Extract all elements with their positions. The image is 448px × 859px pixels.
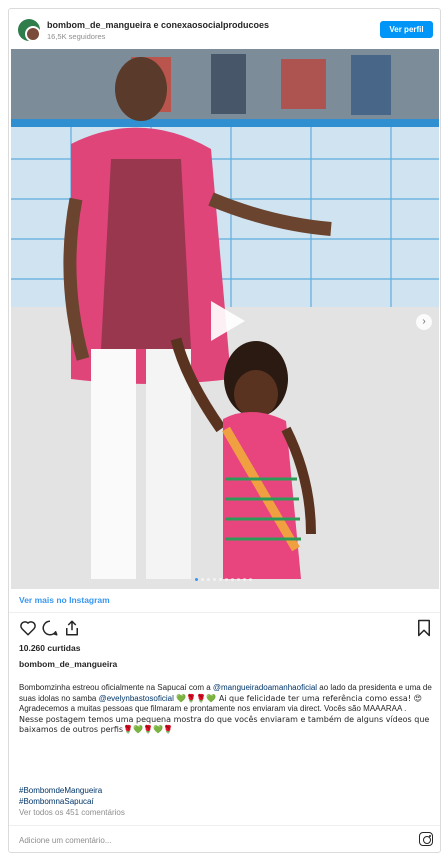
caption-text: 💚🌹🌹💚 Ai que felicidade ter uma referênci… [173, 693, 422, 703]
avatar-secondary[interactable] [25, 26, 41, 42]
carousel-dot[interactable] [243, 578, 246, 581]
comment-bar: Adicione um comentário... [9, 825, 440, 853]
share-icon[interactable] [63, 619, 81, 637]
caption-text: Bombomzinha estreou oficialmente na Sapu… [19, 683, 213, 692]
carousel-dot[interactable] [201, 578, 204, 581]
chevron-right-icon[interactable]: › [416, 314, 432, 330]
mention-link[interactable]: @evelynbastosoficial [99, 694, 174, 703]
post-header: bombom_de_mangueira e conexaosocialprodu… [9, 9, 440, 49]
carousel-dot[interactable] [249, 578, 252, 581]
mention-link[interactable]: @mangueiradoamanhaoficial [213, 683, 317, 692]
hashtag-link[interactable]: #BombomnaSapucaí [19, 797, 102, 808]
hashtag-link[interactable]: #BombomdeMangueira [19, 786, 102, 797]
post-video[interactable]: › [11, 49, 439, 589]
carousel-dot[interactable] [207, 578, 210, 581]
followers-count: 16,5K seguidores [47, 32, 106, 41]
carousel-dot[interactable] [231, 578, 234, 581]
likes-count[interactable]: 10.260 curtidas [19, 643, 80, 653]
instagram-logo-icon[interactable] [419, 832, 433, 846]
heart-icon[interactable] [19, 619, 37, 637]
view-more-link[interactable]: Ver mais no Instagram [19, 595, 110, 605]
comment-input[interactable]: Adicione um comentário... [19, 836, 112, 845]
divider [9, 612, 440, 613]
hashtags: #BombomdeMangueira #BombomnaSapucaí [19, 786, 102, 807]
poster-username[interactable]: bombom_de_mangueira [19, 659, 117, 669]
bookmark-icon[interactable] [415, 619, 433, 637]
comment-icon[interactable] [41, 619, 59, 637]
instagram-post-embed: bombom_de_mangueira e conexaosocialprodu… [8, 8, 441, 853]
caption-paragraph-2: Agradecemos a muitas pessoas que filmara… [19, 704, 407, 713]
carousel-dots [195, 578, 252, 581]
play-icon[interactable] [207, 299, 247, 343]
view-all-comments-link[interactable]: Ver todos os 451 comentários [19, 808, 125, 817]
carousel-dot[interactable] [237, 578, 240, 581]
carousel-dot[interactable] [213, 578, 216, 581]
carousel-dot[interactable] [195, 578, 198, 581]
caption-paragraph-1: Bombomzinha estreou oficialmente na Sapu… [19, 683, 433, 704]
carousel-dot[interactable] [225, 578, 228, 581]
action-bar [19, 619, 433, 639]
carousel-dot[interactable] [219, 578, 222, 581]
post-caption: Bombomzinha estreou oficialmente na Sapu… [19, 683, 433, 736]
caption-paragraph-3: Nesse postagem temos uma pequena mostra … [19, 714, 430, 735]
view-profile-button[interactable]: Ver perfil [380, 21, 433, 38]
account-names[interactable]: bombom_de_mangueira e conexaosocialprodu… [47, 20, 269, 30]
